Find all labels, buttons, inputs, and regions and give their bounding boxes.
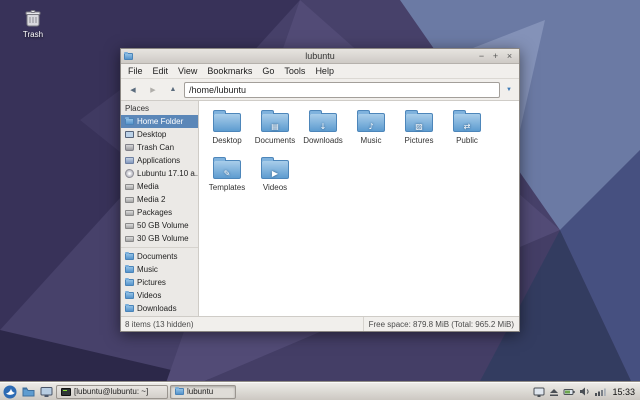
sidebar-item-trash-can[interactable]: Trash Can <box>121 141 198 154</box>
item-count-text: 8 items (13 hidden) <box>121 320 363 329</box>
drive-icon <box>125 197 134 203</box>
folder-item-public[interactable]: ⇄ Public <box>443 107 491 154</box>
places-sidebar: Places Home Folder Desktop Trash Can App… <box>121 101 199 316</box>
task-button-terminal[interactable]: [lubuntu@lubuntu: ~] <box>56 385 168 399</box>
task-button-file-manager[interactable]: lubuntu <box>170 385 236 399</box>
path-input[interactable] <box>184 82 500 98</box>
sidebar-item-home-folder[interactable]: Home Folder <box>121 115 198 128</box>
menu-file[interactable]: File <box>123 66 148 76</box>
folder-icon <box>125 279 134 286</box>
file-view: Desktop ▤ Documents ↓ Downloads ♪ Music … <box>199 101 519 316</box>
sidebar-item-music[interactable]: Music <box>121 263 198 276</box>
maximize-button[interactable]: + <box>489 51 502 62</box>
home-folder-icon <box>125 118 134 125</box>
screen-monitor-icon[interactable] <box>533 386 545 398</box>
volume-icon[interactable] <box>579 386 590 397</box>
sidebar-item-50gb-volume[interactable]: 50 GB Volume <box>121 219 198 232</box>
network-signal-icon[interactable] <box>594 387 606 397</box>
places-header: Places <box>121 102 198 115</box>
folder-icon: ⇄ <box>453 113 481 132</box>
drive-icon <box>125 184 134 190</box>
folder-icon <box>213 113 241 132</box>
sidebar-item-packages[interactable]: Packages <box>121 206 198 219</box>
folder-icon: ▶ <box>261 160 289 179</box>
sidebar-item-pictures[interactable]: Pictures <box>121 276 198 289</box>
terminal-icon <box>61 388 71 396</box>
desktop-icon <box>125 131 134 138</box>
folder-icon <box>125 305 134 312</box>
menu-help[interactable]: Help <box>310 66 339 76</box>
folder-item-downloads[interactable]: ↓ Downloads <box>299 107 347 154</box>
file-manager-icon <box>22 386 35 398</box>
folder-icon: ▤ <box>261 113 289 132</box>
drive-icon <box>125 210 134 216</box>
folder-item-desktop[interactable]: Desktop <box>203 107 251 154</box>
folder-icon: ▨ <box>405 113 433 132</box>
sidebar-item-videos[interactable]: Videos <box>121 289 198 302</box>
menu-tools[interactable]: Tools <box>279 66 310 76</box>
minimize-button[interactable]: − <box>475 51 488 62</box>
sidebar-item-documents[interactable]: Documents <box>121 250 198 263</box>
folder-item-videos[interactable]: ▶ Videos <box>251 154 299 201</box>
folder-icon <box>125 292 134 299</box>
show-desktop-button[interactable] <box>38 384 54 400</box>
start-menu-button[interactable] <box>2 384 18 400</box>
menu-view[interactable]: View <box>173 66 202 76</box>
menu-bookmarks[interactable]: Bookmarks <box>202 66 257 76</box>
close-button[interactable]: × <box>503 51 516 62</box>
folder-icon <box>125 266 134 273</box>
taskbar: [lubuntu@lubuntu: ~] lubuntu <box>0 382 640 400</box>
folder-item-music[interactable]: ♪ Music <box>347 107 395 154</box>
sidebar-separator <box>121 247 198 248</box>
menu-edit[interactable]: Edit <box>148 66 174 76</box>
file-manager-launcher[interactable] <box>20 384 36 400</box>
menu-bar: File Edit View Bookmarks Go Tools Help <box>121 64 519 79</box>
system-tray: 15:33 <box>533 386 638 398</box>
drive-icon <box>125 223 134 229</box>
drive-icon <box>125 236 134 242</box>
sidebar-item-media[interactable]: Media <box>121 180 198 193</box>
lubuntu-logo-icon <box>3 385 17 399</box>
file-manager-window: lubuntu − + × File Edit View Bookmarks G… <box>120 48 520 332</box>
folder-icon: ✎ <box>213 160 241 179</box>
trash-label: Trash <box>10 30 56 39</box>
desktop-monitor-icon <box>40 386 53 398</box>
battery-icon[interactable] <box>563 387 575 397</box>
disc-icon <box>125 169 134 178</box>
sidebar-item-lubuntu-disc[interactable]: Lubuntu 17.10 a... <box>121 167 198 180</box>
menu-go[interactable]: Go <box>257 66 279 76</box>
forward-button[interactable]: ▶ <box>144 82 162 98</box>
sidebar-item-desktop[interactable]: Desktop <box>121 128 198 141</box>
sidebar-item-30gb-volume[interactable]: 30 GB Volume <box>121 232 198 245</box>
folder-icon: ♪ <box>357 113 385 132</box>
path-history-button[interactable]: ▼ <box>502 82 516 98</box>
sidebar-item-downloads[interactable]: Downloads <box>121 302 198 315</box>
applications-icon <box>125 157 134 164</box>
folder-icon: ↓ <box>309 113 337 132</box>
up-button[interactable]: ▲ <box>164 82 182 98</box>
desktop-trash-shortcut[interactable]: Trash <box>10 8 56 39</box>
back-button[interactable]: ◀ <box>124 82 142 98</box>
clock[interactable]: 15:33 <box>612 387 635 397</box>
folder-item-documents[interactable]: ▤ Documents <box>251 107 299 154</box>
window-titlebar[interactable]: lubuntu − + × <box>121 49 519 64</box>
folder-item-templates[interactable]: ✎ Templates <box>203 154 251 201</box>
free-space-text: Free space: 879.8 MiB (Total: 965.2 MiB) <box>363 317 519 331</box>
folder-icon <box>175 388 184 395</box>
folder-icon <box>125 253 134 260</box>
folder-item-pictures[interactable]: ▨ Pictures <box>395 107 443 154</box>
trash-can-icon <box>125 144 134 151</box>
eject-icon[interactable] <box>549 387 559 397</box>
status-bar: 8 items (13 hidden) Free space: 879.8 Mi… <box>121 316 519 331</box>
sidebar-item-media-2[interactable]: Media 2 <box>121 193 198 206</box>
toolbar: ◀ ▶ ▲ ▼ <box>121 79 519 101</box>
trash-icon <box>23 8 43 28</box>
sidebar-item-applications[interactable]: Applications <box>121 154 198 167</box>
window-title: lubuntu <box>121 51 519 61</box>
